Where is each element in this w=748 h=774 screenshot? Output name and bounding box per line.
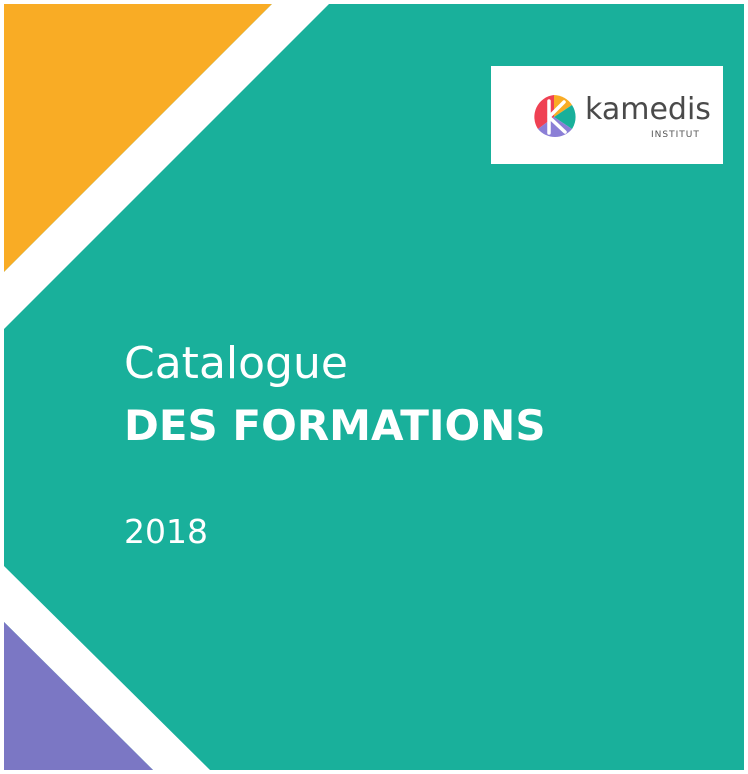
kamedis-logo-icon [534, 95, 576, 138]
kamedis-logo: kamedis INSTITUT [491, 66, 723, 164]
catalogue-cover-page: kamedis INSTITUT Catalogue DES FORMATION… [0, 0, 748, 774]
catalogue-year: 2018 [124, 512, 208, 551]
formations-heading: DES FORMATIONS [124, 401, 546, 450]
logo-subtitle: INSTITUT [651, 130, 700, 140]
logo-name: kamedis [585, 92, 711, 127]
catalogue-title: Catalogue [124, 338, 348, 389]
cover-frame: kamedis INSTITUT Catalogue DES FORMATION… [4, 4, 744, 770]
